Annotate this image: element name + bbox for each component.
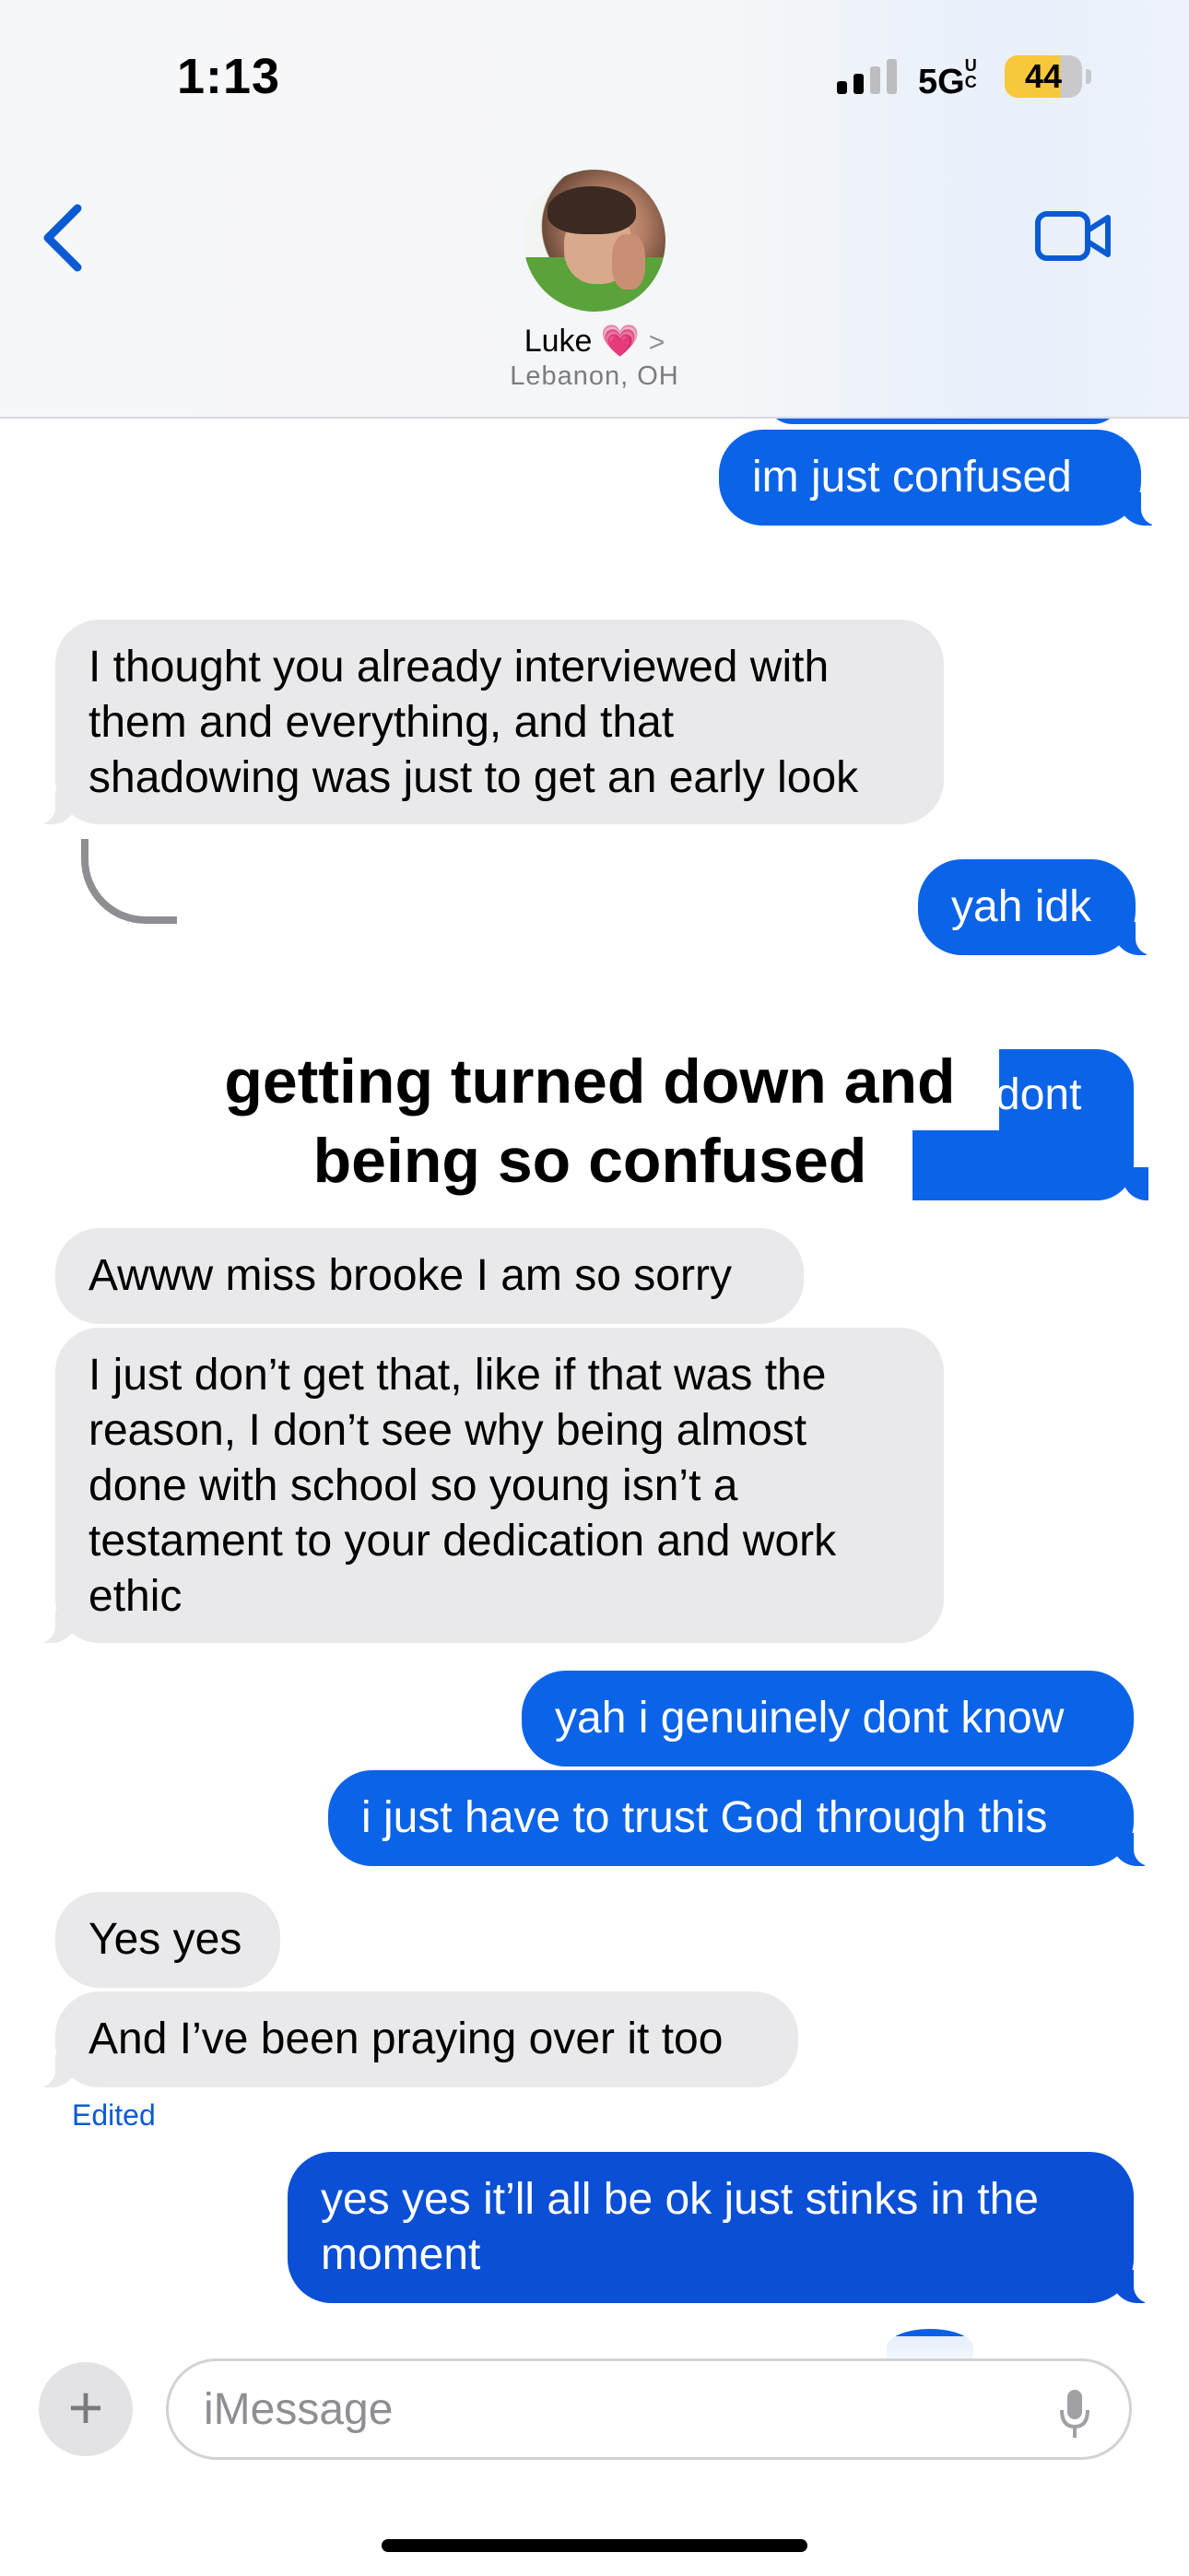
battery-level: 44 [1024,57,1063,95]
message-bubble-incoming[interactable]: I thought you already interviewed with t… [31,620,944,824]
video-camera-icon[interactable] [1034,208,1112,264]
message-line: I just don’t get that, like if that was … [88,1351,827,1400]
message-bubble-outgoing[interactable]: yes yes it’ll all be ok just stinks in t… [288,2152,1158,2303]
avatar[interactable] [524,170,665,312]
battery-nub [1086,69,1091,84]
message-text: Awww miss brooke I am so sorry [88,1251,732,1300]
contact-name: Luke [524,324,593,359]
message-bubble-incoming[interactable]: Yes yes [55,1892,280,1988]
reply-thread-line [81,839,177,924]
message-line: ethic [88,1572,182,1621]
edited-label[interactable]: Edited [72,2098,156,2133]
message-bubble-incoming[interactable]: I just don’t get that, like if that was … [31,1328,944,1643]
network-indicator: 5GUC [918,57,980,102]
contact-name-row[interactable]: Luke 💗 > [0,323,1189,360]
heart-emoji: 💗 [600,324,641,359]
message-text: dont [995,1070,1082,1119]
network-suffix: UC [964,56,977,91]
plus-icon[interactable]: + [39,2362,133,2456]
message-text: Yes yes [88,1915,242,1964]
network-type: 5G [918,63,965,101]
message-bubble-outgoing[interactable]: i just have to trust God through this [328,1770,1158,1866]
cellular-signal-icon [837,59,897,94]
message-text: And I’ve been praying over it too [88,2015,724,2063]
chevron-right-icon: > [648,327,665,358]
message-bubble-outgoing[interactable]: im just confused [719,430,1165,526]
microphone-icon[interactable] [1056,2386,1093,2441]
contact-location: Lebanon, OH [510,361,679,391]
chevron-left-icon[interactable] [37,201,92,275]
message-bubble-incoming[interactable]: Awww miss brooke I am so sorry [55,1228,804,1324]
message-line: moment [321,2230,481,2279]
imessage-input[interactable] [166,2358,1132,2460]
status-time: 1:13 [177,49,281,104]
message-bubble-outgoing[interactable]: yah idk [918,859,1160,955]
bubble-tail [1123,1167,1148,1200]
avatar-hand [612,234,645,290]
battery-icon: 44 [1005,55,1082,98]
conversation-header: 1:13 5GUC 44 Luke 💗 > Lebanon, OH [0,0,1189,419]
message-effect-text: getting turned down and being so confuse… [224,1046,956,1196]
message-text: i just have to trust God through this [361,1793,1048,1842]
message-line: done with school so young isn’t a [88,1461,738,1510]
message-bubble-incoming[interactable]: And I’ve been praying over it too [31,1991,798,2087]
message-text: yah i genuinely dont know [555,1694,1065,1743]
message-line: yes yes it’ll all be ok just stinks in t… [321,2175,1039,2224]
message-text: im just confused [752,453,1072,502]
avatar-hair [547,186,636,234]
message-line: I thought you already interviewed with [88,643,830,691]
home-indicator[interactable] [382,2539,807,2552]
message-text: yah idk [951,882,1092,931]
message-line: them and everything, and that [88,698,675,747]
message-bubble-outgoing[interactable]: yah i genuinely dont know [522,1671,1134,1767]
message-line: testament to your dedication and work [88,1517,837,1566]
message-line: reason, I don’t see why being almost [88,1406,807,1455]
message-line: shadowing was just to get an early look [88,753,859,802]
